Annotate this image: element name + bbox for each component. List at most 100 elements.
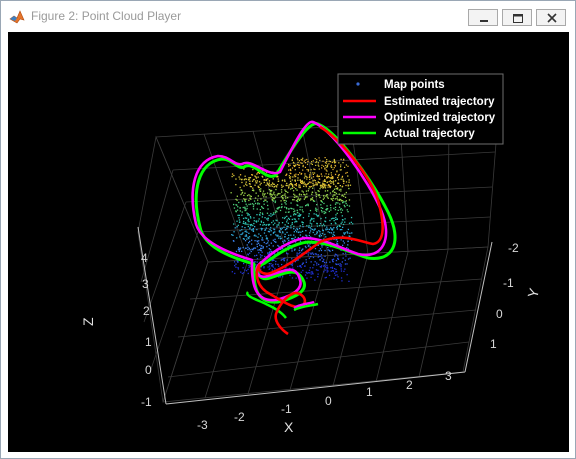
map-point xyxy=(245,247,247,249)
map-point xyxy=(305,271,307,273)
map-point xyxy=(329,161,331,163)
map-point xyxy=(298,213,300,215)
map-point xyxy=(276,224,278,226)
map-point xyxy=(233,231,235,233)
map-point xyxy=(344,263,347,265)
map-point xyxy=(341,209,344,211)
map-point xyxy=(281,222,284,224)
map-point xyxy=(315,192,317,194)
map-point xyxy=(257,195,259,197)
map-point xyxy=(293,228,295,230)
map-point xyxy=(310,225,313,227)
map-point xyxy=(310,199,312,201)
map-point xyxy=(271,185,273,187)
map-point xyxy=(320,204,322,206)
map-point xyxy=(255,177,258,179)
title-bar[interactable]: Figure 2: Point Cloud Player xyxy=(1,1,575,32)
map-point xyxy=(336,196,338,198)
map-point xyxy=(310,276,312,278)
x-tick-label: -1 xyxy=(281,402,292,416)
map-point xyxy=(284,193,286,195)
map-point xyxy=(317,162,319,164)
map-point xyxy=(313,179,315,181)
map-point xyxy=(287,197,289,199)
map-point xyxy=(261,228,263,230)
map-point xyxy=(233,174,235,177)
map-point xyxy=(305,205,307,207)
map-point xyxy=(312,253,315,255)
map-point xyxy=(301,190,303,192)
map-point xyxy=(306,158,308,161)
map-point xyxy=(241,214,243,216)
map-point xyxy=(335,214,337,216)
map-point xyxy=(308,257,310,259)
map-point xyxy=(266,182,268,184)
map-point xyxy=(286,227,288,230)
map-point xyxy=(307,160,309,163)
map-point xyxy=(323,271,325,273)
map-point xyxy=(277,180,279,182)
map-point xyxy=(301,230,304,232)
map-point xyxy=(263,194,265,196)
map-point xyxy=(284,202,286,204)
close-button[interactable] xyxy=(536,9,566,26)
map-point xyxy=(335,263,337,265)
maximize-button[interactable] xyxy=(502,9,532,26)
map-point xyxy=(330,218,333,220)
map-point xyxy=(291,223,293,225)
map-point xyxy=(334,274,337,276)
map-point xyxy=(270,184,272,186)
point-cloud-axes[interactable]: -3 -2 -1 0 1 2 3 -2 -1 0 1 4 3 2 1 0 -1 xyxy=(8,32,569,452)
map-point xyxy=(252,249,254,251)
map-point xyxy=(252,230,255,232)
map-point xyxy=(235,211,237,213)
legend[interactable]: Map points Estimated trajectory Optimize… xyxy=(337,73,504,145)
map-point xyxy=(269,267,271,269)
map-point xyxy=(237,261,239,263)
map-point xyxy=(248,203,250,206)
map-point xyxy=(270,191,272,193)
map-point xyxy=(326,226,328,228)
map-point xyxy=(337,182,339,184)
map-point xyxy=(247,236,249,239)
map-point xyxy=(264,229,266,231)
map-point xyxy=(346,209,348,211)
map-point xyxy=(308,213,310,215)
map-point xyxy=(334,272,336,274)
map-point xyxy=(261,247,263,250)
map-point xyxy=(340,166,342,168)
map-point xyxy=(243,262,245,265)
map-point xyxy=(237,268,239,270)
map-point xyxy=(298,227,301,230)
map-point xyxy=(245,234,247,236)
map-point xyxy=(233,207,236,209)
map-point xyxy=(324,168,326,170)
map-point xyxy=(330,185,332,187)
map-point xyxy=(262,190,265,192)
x-tick-label: -3 xyxy=(197,418,208,432)
map-point xyxy=(346,231,348,233)
map-point xyxy=(245,235,248,237)
map-point xyxy=(247,223,249,225)
map-point xyxy=(242,217,245,220)
map-point xyxy=(326,194,328,196)
map-point xyxy=(298,198,300,200)
map-point xyxy=(276,211,278,213)
map-point xyxy=(279,235,281,238)
map-point xyxy=(294,169,296,171)
map-point xyxy=(325,208,327,211)
map-point xyxy=(340,277,343,279)
map-point xyxy=(266,192,269,194)
map-point xyxy=(295,277,297,279)
map-point xyxy=(296,252,298,254)
map-point xyxy=(320,249,323,252)
map-point xyxy=(259,254,262,256)
map-point xyxy=(311,163,313,165)
map-point xyxy=(331,161,333,163)
map-point xyxy=(276,186,278,188)
map-point xyxy=(238,176,240,178)
map-point xyxy=(334,162,336,164)
minimize-button[interactable] xyxy=(468,9,498,26)
map-point xyxy=(233,261,236,263)
map-point xyxy=(306,169,308,171)
